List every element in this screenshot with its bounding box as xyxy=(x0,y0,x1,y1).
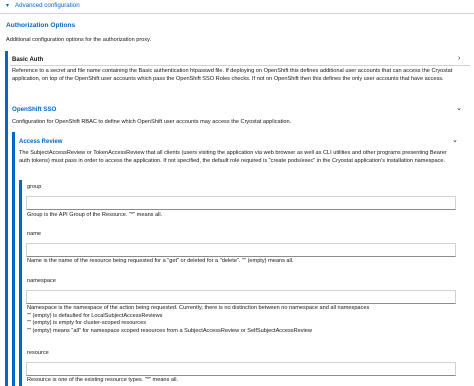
namespace-input[interactable] xyxy=(26,290,456,304)
namespace-label: namespace xyxy=(27,278,56,284)
authorization-options-description: Additional configuration options for the… xyxy=(6,37,152,43)
access-review-title: Access Review xyxy=(19,139,63,145)
chevron-right-icon[interactable]: › xyxy=(458,54,460,63)
chevron-down-icon[interactable]: ⌄ xyxy=(456,104,462,113)
access-review-indent-bar xyxy=(19,180,22,386)
resource-label: resource xyxy=(27,350,49,356)
divider xyxy=(0,13,474,14)
basic-auth-title: Basic Auth xyxy=(12,57,44,63)
group-input[interactable] xyxy=(26,196,456,210)
chevron-down-icon[interactable]: ⌄ xyxy=(452,136,458,145)
access-review-description: The SubjectAccessReview or TokenAccessRe… xyxy=(19,150,447,164)
group-helper-text: Group is the API Group of the Resource. … xyxy=(27,212,163,218)
advanced-configuration-toggle[interactable]: ▾ Advanced configuration xyxy=(6,2,80,10)
openshift-sso-title: OpenShift SSO xyxy=(12,106,57,113)
name-helper-text: Name is the name of the resource being r… xyxy=(27,258,294,264)
name-input[interactable] xyxy=(26,243,456,257)
openshift-sso-indent-bar xyxy=(12,132,15,386)
namespace-helper-text: Namespace is the namespace of the action… xyxy=(27,305,370,334)
basic-auth-description: Reference to a secret and file name cont… xyxy=(12,68,453,82)
advanced-configuration-label: Advanced configuration xyxy=(15,2,80,9)
openshift-sso-description: Configuration for OpenShift RBAC to defi… xyxy=(12,119,292,125)
resource-input[interactable] xyxy=(26,362,456,376)
authorization-options-title: Authorization Options xyxy=(6,22,76,29)
section-indent-bar xyxy=(5,51,8,386)
resource-helper-text: Resource is one of the existing resource… xyxy=(27,377,179,383)
divider xyxy=(10,65,470,66)
chevron-down-icon: ▾ xyxy=(6,3,10,10)
name-label: name xyxy=(27,231,41,237)
group-label: group xyxy=(27,184,42,190)
